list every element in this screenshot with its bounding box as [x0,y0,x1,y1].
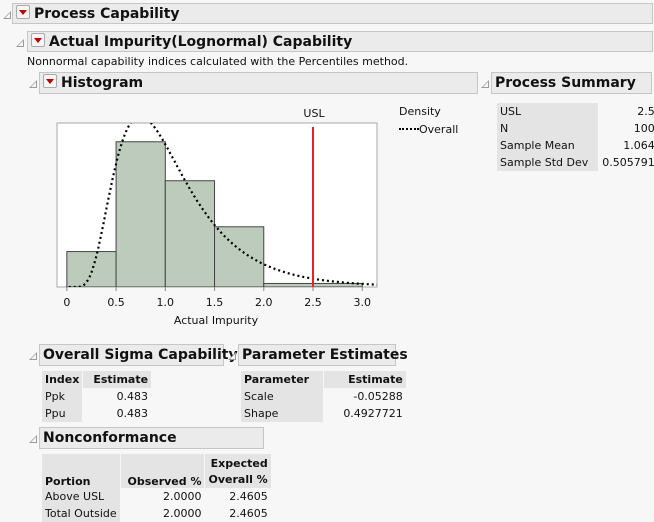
header-line: Overall % [208,473,268,486]
cell: 2.4605 [229,507,268,520]
table-row: Shape 0.4927721 [241,405,406,422]
table-row: Ppu 0.483 [42,405,151,422]
nonconformance-header[interactable]: Nonconformance [39,427,264,449]
cell: Total Outside [42,505,121,522]
column-header: Portion [42,454,121,488]
section-title: Parameter Estimates [242,347,408,363]
cell: 0.4927721 [343,407,403,420]
histogram-bar [214,226,265,287]
column-header: Observed % [121,454,205,488]
histogram-bar [115,141,166,287]
cell: Above USL [42,488,121,505]
x-tick-label: 0.5 [107,296,125,309]
nonconformance-table: Portion Observed % Expected Overall % Above… [41,454,272,522]
table-row: Above USL 2.0000 2.4605 [42,488,271,505]
column-header: Parameter [241,371,324,388]
x-tick-label: 2.5 [304,296,322,309]
table-row: Ppk 0.483 [42,388,151,405]
x-axis-label: Actual Impurity [173,314,259,327]
x-tick-label: 1.0 [156,296,175,309]
parameter-estimates-table: Parameter Estimate Scale -0.05288 Shape 0.4… [240,371,407,422]
x-tick-label: 2.0 [255,296,273,309]
cell: -0.05288 [353,390,403,403]
histogram-bar [66,251,117,287]
cell: Ppu [42,405,83,422]
x-tick-label: 0 [63,296,71,309]
cell: 0.483 [116,407,149,420]
cell: Shape [241,405,324,422]
column-header: Index [42,371,83,388]
disclosure-icon[interactable] [29,435,37,443]
overall-sigma-table: Index Estimate Ppk 0.483 Ppu 0.483 [41,371,152,422]
section-title: Overall Sigma Capability [43,347,238,363]
cell: 2.0000 [162,507,202,520]
x-tick-label: 3.0 [353,296,371,309]
disclosure-icon[interactable] [228,352,236,360]
cell: 0.483 [116,390,149,403]
table-row: Scale -0.05288 [241,388,406,405]
column-header: Estimate [324,371,406,388]
histogram-plot [56,122,378,291]
disclosure-icon[interactable] [29,352,37,360]
overall-sigma-header[interactable]: Overall Sigma Capability [39,344,238,366]
cell: 2.4605 [229,490,268,503]
histogram-bar [164,180,216,287]
parameter-estimates-header[interactable]: Parameter Estimates [238,344,408,366]
section-title: Nonconformance [43,430,177,446]
cell: Scale [241,388,324,405]
x-tick-label: 1.5 [205,296,224,309]
cell: 2.0000 [162,490,202,503]
column-header: Estimate [83,371,152,388]
column-header: Expected Overall % [205,454,271,488]
cell: Ppk [42,388,83,405]
header-line: Expected [210,457,268,470]
table-row: Total Outside 2.0000 2.4605 [42,505,271,522]
